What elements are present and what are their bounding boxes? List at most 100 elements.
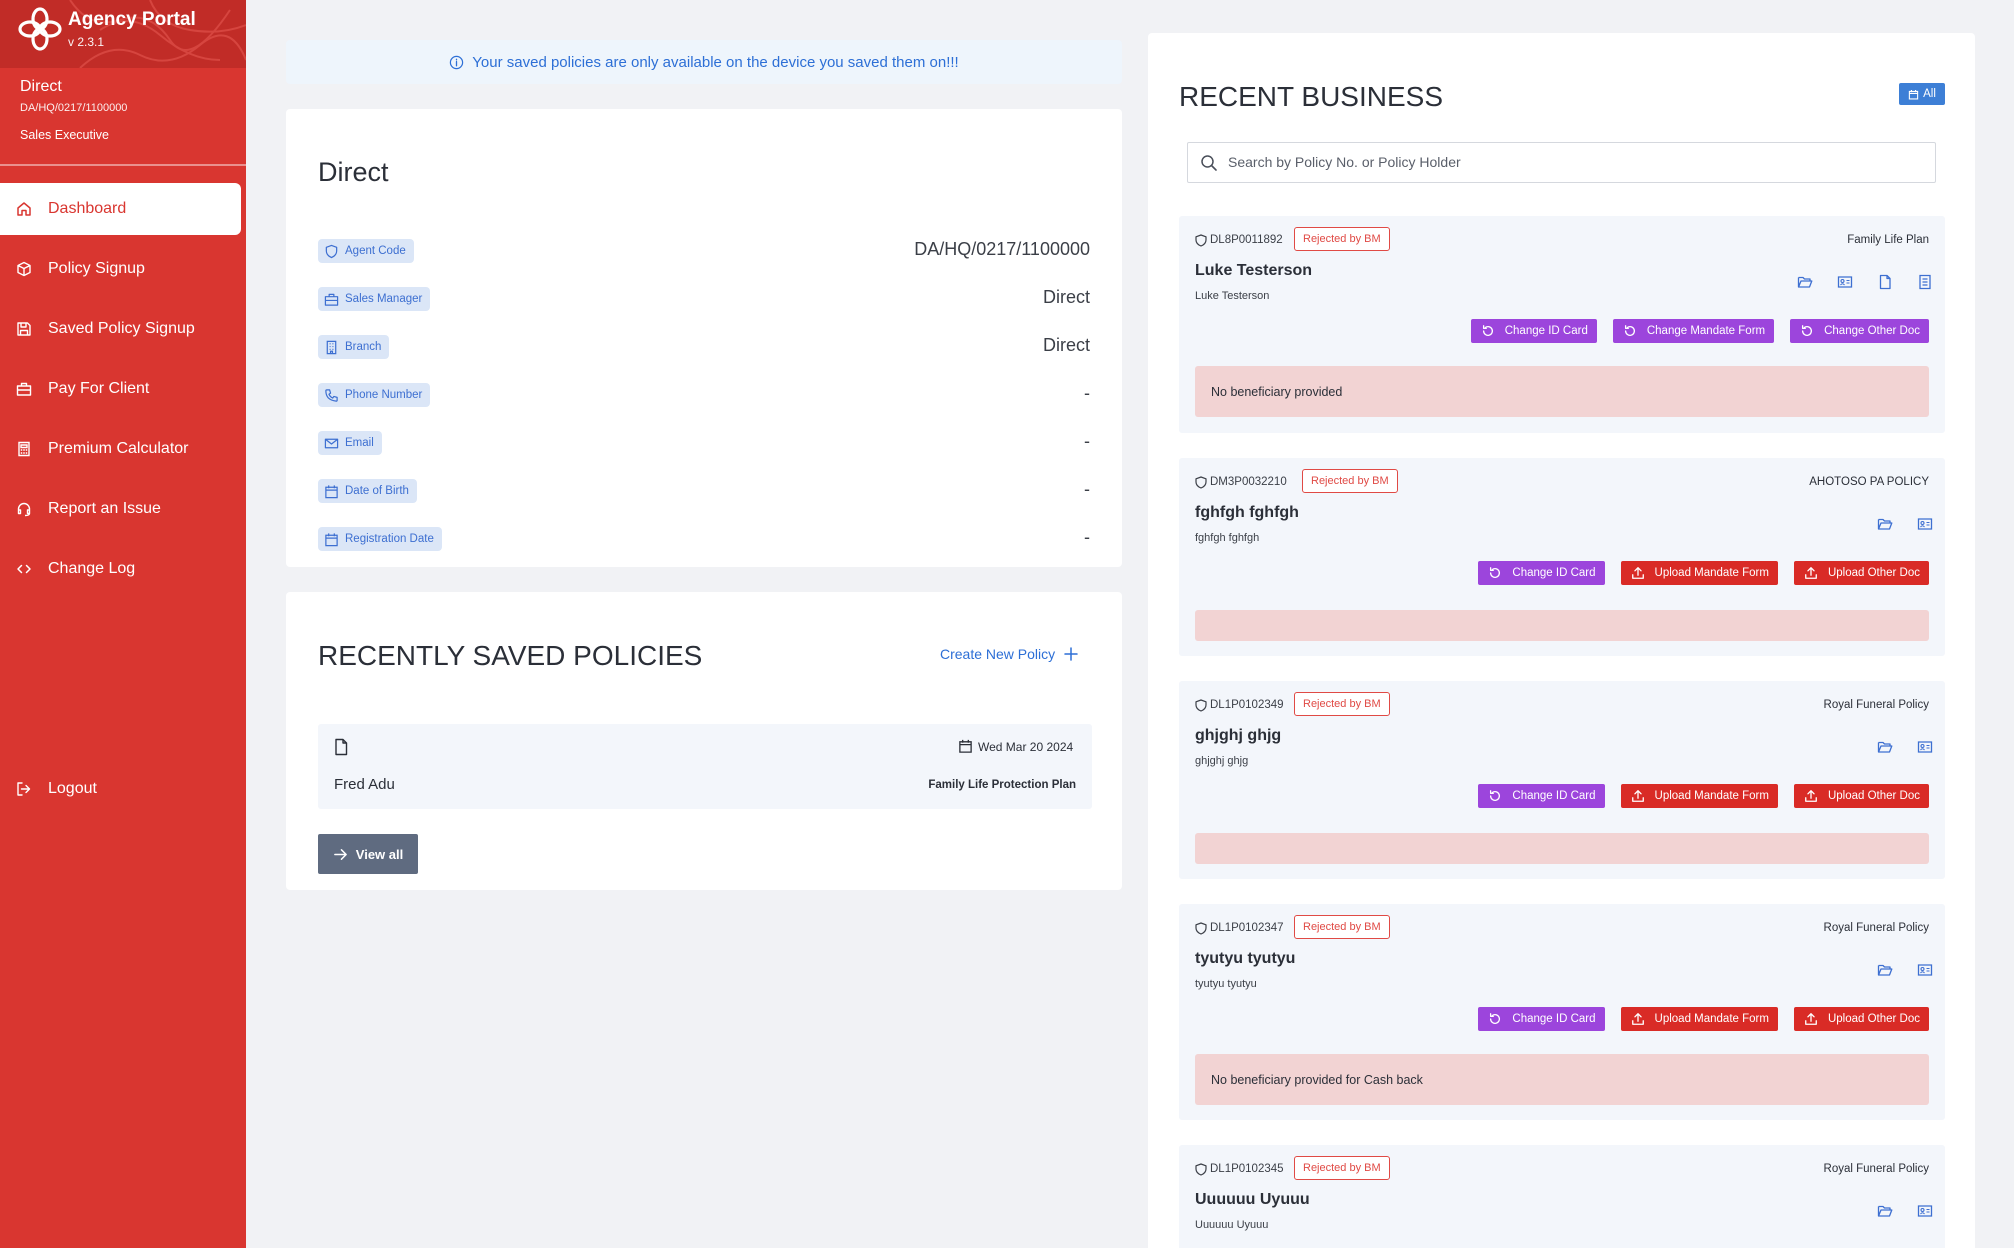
upload-mandate-form-button[interactable]: Upload Mandate Form [1620,561,1778,585]
field-label: Date of Birth [318,479,417,503]
policy-holder-subtitle: Uuuuuu Uyuuu [1195,1219,1269,1231]
status-badge: Rejected by BM [1294,227,1390,251]
nav-item-logout[interactable]: Logout [0,763,246,815]
id-card-icon[interactable] [1917,516,1933,532]
section-title: RECENTLY SAVED POLICIES [318,640,703,671]
status-badge: Rejected by BM [1302,469,1398,493]
field-label: Branch [318,335,390,359]
shield-icon [325,244,338,258]
field-value: - [1084,479,1090,499]
item-actions: Change ID Card Upload Mandate Form Uploa… [1478,1007,1929,1031]
field-label: Registration Date [318,527,442,551]
rotate-icon [1482,325,1493,337]
saved-policy-item[interactable]: Wed Mar 20 2024 Fred Adu Family Life Pro… [318,724,1092,809]
policy-type: Royal Funeral Policy [1823,1163,1929,1175]
folder-open-icon[interactable] [1877,516,1893,532]
view-all-button[interactable]: View all [318,834,418,874]
shield-icon [1195,922,1207,935]
folder-open-icon[interactable] [1877,962,1893,978]
upload-icon [1631,1013,1644,1025]
agent-profile-card: Direct Agent Code DA/HQ/0217/1100000 Sal… [286,109,1122,567]
rotate-icon [1624,325,1635,337]
profile-row-phone-number: Phone Number - [318,381,1090,411]
change-id-card-button[interactable]: Change ID Card [1478,784,1605,808]
logo-icon [18,7,62,51]
nav-label: Report an Issue [48,500,161,517]
upload-mandate-form-button[interactable]: Upload Mandate Form [1620,1007,1778,1031]
change-mandate-form-button[interactable]: Change Mandate Form [1612,319,1775,343]
business-item: DL8P0011892 Rejected by BM Family Life P… [1179,216,1945,433]
status-badge: Rejected by BM [1294,915,1390,939]
folder-open-icon[interactable] [1877,1203,1893,1219]
home-icon [17,202,31,216]
folder-open-icon[interactable] [1877,739,1893,755]
policy-holder-name: Luke Testerson [1195,262,1313,279]
notice-text: Your saved policies are only available o… [472,53,959,71]
package-icon [17,261,31,277]
upload-other-doc-button[interactable]: Upload Other Doc [1793,561,1929,585]
policy-holder-name: ghjghj ghjg [1195,727,1282,744]
change-id-card-button[interactable]: Change ID Card [1478,561,1605,585]
nav-label: Policy Signup [48,260,145,277]
nav-item-premium-calculator[interactable]: Premium Calculator [0,423,246,475]
upload-icon [1805,790,1817,802]
document-icon [335,738,348,756]
field-value: Direct [1042,287,1090,307]
beneficiary-note: No beneficiary provided for Cash back [1195,1054,1929,1105]
id-card-icon[interactable] [1917,962,1933,978]
nav-item-pay-for-client[interactable]: Pay For Client [0,363,246,415]
change-other-doc-button[interactable]: Change Other Doc [1790,319,1929,343]
field-label: Sales Manager [318,287,431,311]
nav-item-saved-policy-signup[interactable]: Saved Policy Signup [0,303,246,355]
field-value: DA/HQ/0217/1100000 [914,239,1090,259]
folder-open-icon[interactable] [1797,274,1813,290]
nav-item-policy-signup[interactable]: Policy Signup [0,243,246,295]
rotate-icon [1802,325,1813,337]
phone-icon [325,388,338,402]
file-text-icon[interactable] [1917,274,1933,290]
sidebar-divider [0,164,246,166]
upload-other-doc-button[interactable]: Upload Other Doc [1793,784,1929,808]
id-card-icon[interactable] [1917,739,1933,755]
nav-item-dashboard[interactable]: Dashboard [0,183,241,235]
id-card-icon[interactable] [1917,1203,1933,1219]
field-label: Agent Code [318,239,414,263]
upload-mandate-form-button[interactable]: Upload Mandate Form [1620,784,1778,808]
document-icon[interactable] [1877,274,1893,290]
calculator-icon [18,441,30,457]
nav-item-report-an-issue[interactable]: Report an Issue [0,483,246,535]
shield-icon [1195,1163,1207,1176]
item-icons [1797,274,1933,290]
change-id-card-button[interactable]: Change ID Card [1470,319,1597,343]
id-card-icon[interactable] [1837,274,1853,290]
business-item: DL1P0102347 Rejected by BM Royal Funeral… [1179,904,1945,1120]
nav-label: Saved Policy Signup [48,320,195,337]
change-id-card-button[interactable]: Change ID Card [1478,1007,1605,1031]
profile-row-date-of-birth: Date of Birth - [318,477,1090,507]
field-value: Direct [1042,335,1090,355]
upload-icon [1631,790,1644,802]
nav-label: Change Log [48,560,136,577]
nav-label: Dashboard [48,200,127,217]
user-role: Sales Executive [20,128,109,142]
all-filter-button[interactable]: All [1899,83,1945,105]
field-value: - [1084,527,1090,547]
business-item: DL1P0102349 Rejected by BM Royal Funeral… [1179,681,1945,879]
policy-number: DL1P0102347 [1210,922,1284,934]
policy-holder-subtitle: ghjghj ghjg [1195,755,1249,767]
mail-icon [324,438,339,448]
building-icon [326,340,337,354]
logout-icon [17,782,31,796]
beneficiary-note: No beneficiary provided [1195,366,1929,417]
recent-business-card: RECENT BUSINESS All DL8P0011892 Rejected… [1148,33,1975,1248]
shield-icon [1195,476,1207,489]
save-icon [17,322,31,336]
app-title: Agency Portal [68,9,196,30]
search-input[interactable] [1228,143,1928,181]
nav-item-change-log[interactable]: Change Log [0,543,246,595]
status-badge: Rejected by BM [1294,1156,1390,1180]
sidebar: Agency Portal v 2.3.1 Direct DA/HQ/0217/… [0,0,246,1248]
recently-saved-card: RECENTLY SAVED POLICIES Create New Polic… [286,592,1122,890]
create-new-policy-button[interactable]: Create New Policy [940,646,1079,662]
upload-other-doc-button[interactable]: Upload Other Doc [1793,1007,1929,1031]
